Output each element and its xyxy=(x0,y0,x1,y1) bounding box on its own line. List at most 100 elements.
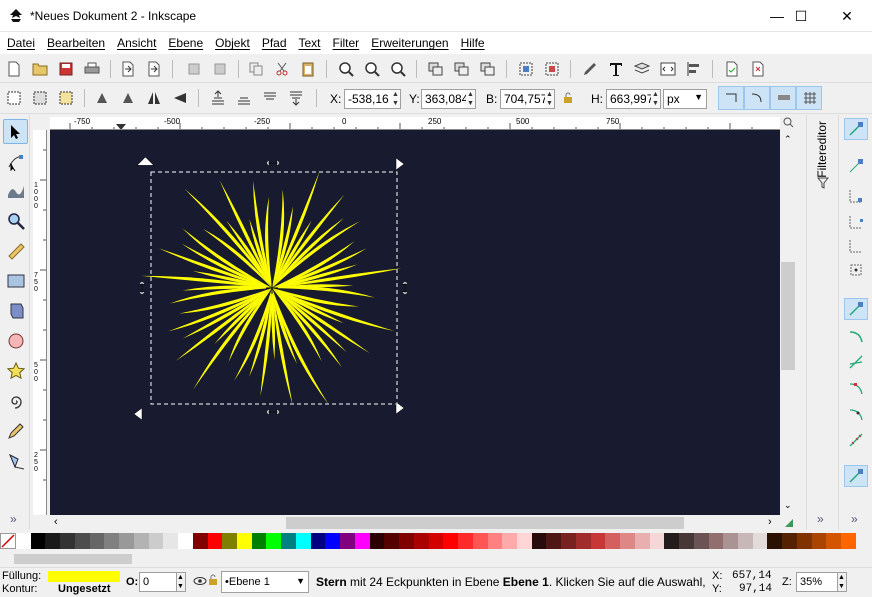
undo-button[interactable] xyxy=(184,59,204,79)
snap-bbox-corners-toggle[interactable] xyxy=(844,211,868,233)
redo-button[interactable] xyxy=(210,59,230,79)
scale-corners-toggle[interactable] xyxy=(744,86,770,110)
color-swatch[interactable] xyxy=(119,533,134,549)
toolbox-overflow-icon[interactable]: » xyxy=(10,512,17,526)
color-swatch[interactable] xyxy=(222,533,238,549)
snap-others-toggle[interactable] xyxy=(844,465,868,487)
color-swatch[interactable] xyxy=(413,533,429,549)
width-input[interactable]: 704,757 xyxy=(500,89,547,109)
color-swatch[interactable] xyxy=(399,533,414,549)
layers-button[interactable] xyxy=(632,59,652,79)
scroll-left-icon[interactable]: ‹ xyxy=(54,516,58,528)
fill-stroke-button[interactable] xyxy=(580,59,600,79)
filter-editor-tab[interactable]: Filtereditor xyxy=(815,121,829,178)
copy-button[interactable] xyxy=(246,59,266,79)
menu-datei[interactable]: Datei xyxy=(2,36,40,50)
unlink-clone-button[interactable] xyxy=(478,59,498,79)
color-swatch[interactable] xyxy=(782,533,797,549)
pencil-tool[interactable] xyxy=(3,418,28,443)
color-swatch[interactable] xyxy=(30,533,46,549)
color-swatch[interactable] xyxy=(354,533,370,549)
color-swatch[interactable] xyxy=(237,533,252,549)
scroll-down-icon[interactable]: ⌄ xyxy=(784,500,792,511)
3d-box-tool[interactable] xyxy=(3,298,28,323)
color-swatch[interactable] xyxy=(472,533,488,549)
menu-pfad[interactable]: Pfad xyxy=(257,36,292,50)
color-swatch[interactable] xyxy=(826,533,842,549)
color-swatch[interactable] xyxy=(708,533,724,549)
snap-paths-toggle[interactable] xyxy=(844,325,868,347)
snap-smooth-nodes-toggle[interactable] xyxy=(844,403,868,425)
raise-button[interactable] xyxy=(234,88,254,108)
color-swatch[interactable] xyxy=(207,533,223,549)
lock-icon[interactable] xyxy=(563,92,573,104)
palette-scroll-thumb[interactable] xyxy=(14,554,132,564)
color-swatch[interactable] xyxy=(16,533,31,549)
scroll-right-icon[interactable]: › xyxy=(768,516,772,528)
scale-handle[interactable] xyxy=(133,407,143,421)
menu-ebene[interactable]: Ebene xyxy=(163,36,208,50)
color-swatch[interactable] xyxy=(679,533,694,549)
select-all-layers-button[interactable] xyxy=(30,88,50,108)
vertical-scroll-thumb[interactable] xyxy=(781,262,795,370)
color-swatch[interactable] xyxy=(192,533,208,549)
zoom-input[interactable]: 35% xyxy=(796,572,838,592)
scale-handle[interactable] xyxy=(395,401,405,415)
color-swatch[interactable] xyxy=(502,533,517,549)
color-swatch[interactable] xyxy=(369,533,385,549)
select-all-button[interactable] xyxy=(4,88,24,108)
menu-filter[interactable]: Filter xyxy=(328,36,365,50)
snap-bbox-edges-toggle[interactable] xyxy=(844,185,868,207)
spiral-tool[interactable] xyxy=(3,388,28,413)
rotate-ccw-button[interactable] xyxy=(92,88,112,108)
import-button[interactable] xyxy=(118,59,138,79)
color-swatch[interactable] xyxy=(251,533,267,549)
color-swatch[interactable] xyxy=(575,533,591,549)
unit-select[interactable]: px ▼ xyxy=(663,89,707,109)
vertical-scrollbar[interactable]: ⌃ ⌄ xyxy=(780,130,796,515)
scale-handle[interactable] xyxy=(138,280,146,296)
opacity-input[interactable]: 0 xyxy=(139,572,177,592)
tweak-tool[interactable] xyxy=(3,178,28,203)
color-swatch[interactable] xyxy=(428,533,444,549)
color-swatch[interactable] xyxy=(664,533,680,549)
height-spinner[interactable]: ▲ ▼ xyxy=(651,89,661,109)
clone-button[interactable] xyxy=(452,59,472,79)
snap-cusp-nodes-toggle[interactable] xyxy=(844,377,868,399)
horizontal-scroll-thumb[interactable] xyxy=(286,517,684,529)
color-swatch[interactable] xyxy=(133,533,149,549)
drawing-canvas[interactable] xyxy=(50,130,780,515)
color-swatch[interactable] xyxy=(178,533,193,549)
lower-to-bottom-button[interactable] xyxy=(286,88,306,108)
color-swatch[interactable] xyxy=(295,533,311,549)
width-spinner[interactable]: ▲ ▼ xyxy=(545,89,555,109)
snap-intersections-toggle[interactable] xyxy=(844,351,868,373)
color-swatch[interactable] xyxy=(310,533,326,549)
color-swatch[interactable] xyxy=(561,533,576,549)
close-button[interactable]: ✕ xyxy=(824,0,870,32)
color-swatch[interactable] xyxy=(281,533,296,549)
color-swatch[interactable] xyxy=(752,533,768,549)
horizontal-scrollbar[interactable]: ‹ › xyxy=(50,515,780,532)
fill-swatch[interactable] xyxy=(48,571,120,582)
group-button[interactable] xyxy=(516,59,536,79)
export-button[interactable] xyxy=(144,59,164,79)
transform-patterns-toggle[interactable] xyxy=(796,86,822,110)
zoom-drawing-button[interactable] xyxy=(362,59,382,79)
save-button[interactable] xyxy=(56,59,76,79)
stroke-value[interactable]: Ungesetzt xyxy=(58,583,111,595)
zoom-selection-button[interactable] xyxy=(336,59,356,79)
scale-handle[interactable] xyxy=(395,157,405,171)
color-swatch[interactable] xyxy=(487,533,503,549)
color-swatch[interactable] xyxy=(634,533,650,549)
scale-handle[interactable] xyxy=(401,280,409,296)
menu-ansicht[interactable]: Ansicht xyxy=(112,36,161,50)
snap-bbox-midpoints-toggle[interactable] xyxy=(844,235,868,257)
align-distribute-button[interactable] xyxy=(684,59,704,79)
scale-handle[interactable] xyxy=(265,159,281,167)
snap-enable-toggle[interactable] xyxy=(844,118,868,140)
deselect-button[interactable] xyxy=(56,88,76,108)
color-swatch[interactable] xyxy=(89,533,105,549)
menu-hilfe[interactable]: Hilfe xyxy=(456,36,490,50)
snap-nodes-toggle[interactable] xyxy=(844,298,868,320)
